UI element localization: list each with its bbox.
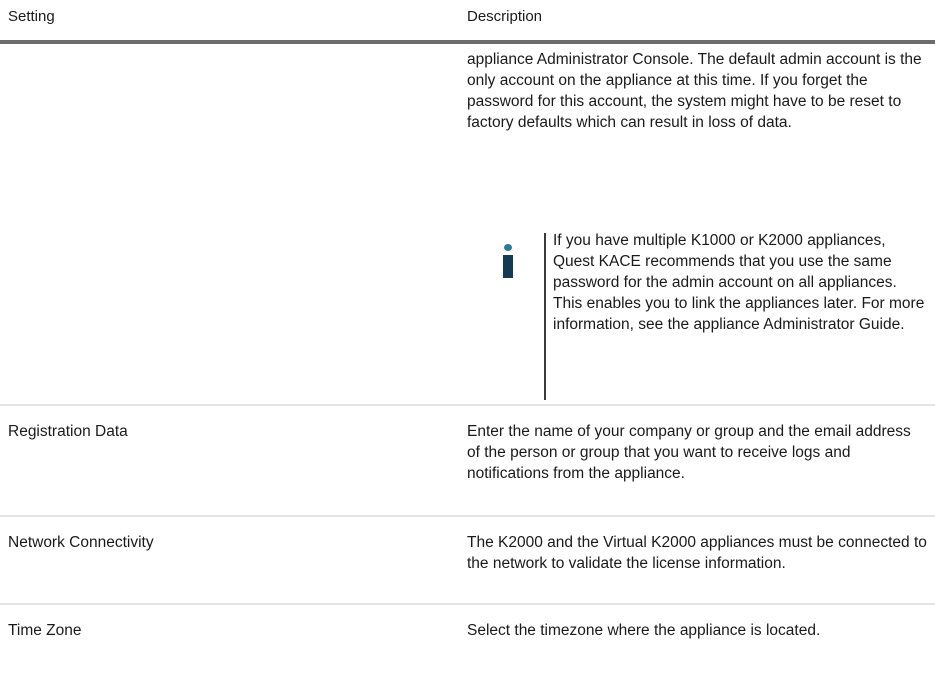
note-text: If you have multiple K1000 or K2000 appl…: [553, 232, 925, 333]
row-divider: [0, 515, 935, 517]
info-icon: [503, 244, 513, 278]
row-setting-time-zone: Time Zone: [8, 622, 82, 639]
table-header: Setting Description: [0, 0, 935, 40]
row-description-time-zone: Select the timezone where the appliance …: [467, 622, 821, 639]
row-divider: [0, 603, 935, 605]
column-header-setting: Setting: [8, 8, 55, 25]
column-header-description: Description: [467, 8, 543, 25]
info-note: If you have multiple K1000 or K2000 appl…: [467, 230, 927, 400]
row-description-registration-data: Enter the name of your company or group …: [467, 423, 911, 482]
row-divider: [0, 404, 935, 406]
note-divider: [544, 233, 546, 400]
row-setting-network-connectivity: Network Connectivity: [8, 534, 154, 551]
header-divider: [0, 40, 935, 44]
row-description-continued: appliance Administrator Console. The def…: [467, 51, 922, 131]
row-description-network-connectivity: The K2000 and the Virtual K2000 applianc…: [467, 534, 927, 572]
row-setting-registration-data: Registration Data: [8, 423, 128, 440]
